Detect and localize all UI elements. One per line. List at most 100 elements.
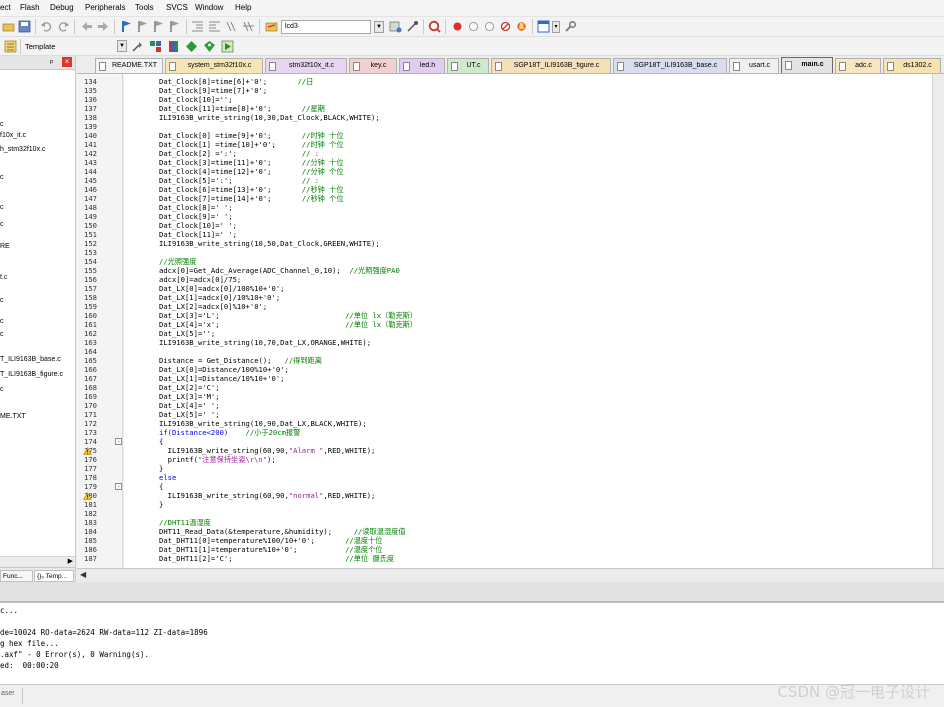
- tab-ili9163b-figure[interactable]: SGP18T_ILI9163B_figure.c: [491, 58, 611, 73]
- code-line[interactable]: Dat_Clock[11]=time[8]+'0'; //星期: [159, 104, 325, 113]
- code-line[interactable]: Dat_LX[5]='';: [159, 329, 215, 338]
- code-line[interactable]: Dat_Clock[5]=':'; // :: [159, 176, 319, 185]
- code-line[interactable]: Dat_Clock[10]=' ';: [159, 221, 237, 230]
- target-options-icon[interactable]: [265, 20, 278, 33]
- breakpoint-icon[interactable]: [451, 20, 464, 33]
- books-icon[interactable]: [167, 40, 180, 53]
- tab-key[interactable]: key.c: [349, 58, 397, 73]
- code-line[interactable]: Dat_Clock[6]=time[13]+'0'; //秒钟 十位: [159, 185, 344, 194]
- menu-tools[interactable]: Tools: [135, 3, 154, 12]
- code-line[interactable]: adcx[0]=adcx[0]/75;: [159, 275, 241, 284]
- tree-item[interactable]: c: [0, 297, 4, 304]
- tree-item[interactable]: c: [0, 174, 4, 181]
- open-file-icon[interactable]: [2, 20, 15, 33]
- scroll-left-icon[interactable]: ◀: [80, 570, 86, 579]
- code-line[interactable]: //DHT11温湿度: [159, 518, 211, 527]
- tree-item[interactable]: ME.TXT: [0, 413, 26, 420]
- tree-item[interactable]: c: [0, 331, 4, 338]
- code-line[interactable]: printf("注意保持坐姿\r\n");: [159, 455, 276, 464]
- code-line[interactable]: Dat_LX[1]=adcx[0]/10%10+'0';: [159, 293, 280, 302]
- panel-splitter[interactable]: [0, 582, 944, 602]
- code-line[interactable]: Dat_DHT11[2]='C'; //单位 摄氏度: [159, 554, 394, 563]
- redo-icon[interactable]: [57, 20, 70, 33]
- clear-breakpoints-icon[interactable]: [515, 20, 528, 33]
- menu-flash[interactable]: Flash: [20, 3, 40, 12]
- breakpoint-kill-icon[interactable]: [499, 20, 512, 33]
- target-select[interactable]: lcd3: [281, 20, 371, 34]
- code-line[interactable]: Dat_Clock[4]=time[12]+'0'; //分钟 个位: [159, 167, 344, 176]
- tree-item[interactable]: t.c: [0, 274, 7, 281]
- tab-system-stm32f10x[interactable]: system_stm32f10x.c: [165, 58, 263, 73]
- code-line[interactable]: if(Distance<200) //小于20cm报警: [159, 428, 300, 437]
- fold-toggle-icon[interactable]: -: [115, 438, 122, 445]
- tree-item[interactable]: RE: [0, 243, 10, 250]
- code-line[interactable]: Dat_LX[5]=' ';: [159, 410, 220, 419]
- tree-item[interactable]: f10x_it.c: [0, 132, 26, 139]
- code-line[interactable]: Dat_Clock[1] =time[10]+'0'; //时钟 个位: [159, 140, 344, 149]
- code-line[interactable]: ILI9163B_write_string(10,90,Dat_LX,BLACK…: [159, 419, 367, 428]
- menu-project[interactable]: ect: [0, 3, 11, 12]
- warning-icon[interactable]: [83, 491, 92, 500]
- tab-main[interactable]: main.c: [781, 57, 833, 73]
- code-line[interactable]: Dat_DHT11[0]=temperature%100/10+'0'; //温…: [159, 536, 382, 545]
- undo-icon[interactable]: [40, 20, 53, 33]
- template-dropdown-button[interactable]: ▼: [117, 40, 127, 52]
- warning-icon[interactable]: [83, 446, 92, 455]
- bookmark-clear-icon[interactable]: [168, 20, 181, 33]
- code-line[interactable]: Dat_Clock[3]=time[11]+'0'; //分钟 十位: [159, 158, 344, 167]
- editor-horizontal-scrollbar[interactable]: ◀: [77, 568, 944, 582]
- menu-help[interactable]: Help: [235, 3, 251, 12]
- tree-item[interactable]: c: [0, 221, 4, 228]
- editor-vertical-scrollbar[interactable]: [932, 74, 944, 568]
- code-line[interactable]: else: [159, 473, 176, 482]
- code-line[interactable]: Dat_Clock[8]=time[6]+'0'; //日: [159, 77, 313, 86]
- code-line[interactable]: //光照强度: [159, 257, 196, 266]
- menu-window[interactable]: Window: [195, 3, 223, 12]
- code-line[interactable]: Dat_LX[1]=Distance/10%10+'0';: [159, 374, 285, 383]
- code-line[interactable]: Dat_LX[4]=' ';: [159, 401, 220, 410]
- code-line[interactable]: {: [159, 482, 163, 491]
- tab-ili9163b-base[interactable]: SGP18T_ILI9163B_base.c: [613, 58, 727, 73]
- save-all-icon[interactable]: [18, 20, 31, 33]
- tab-templates[interactable]: {}₀ Temp...: [34, 570, 74, 582]
- bookmark-prev-icon[interactable]: [136, 20, 149, 33]
- unindent-icon[interactable]: [208, 20, 221, 33]
- tab-ds1302[interactable]: ds1302.c: [883, 58, 941, 73]
- code-line[interactable]: Dat_LX[3]='M';: [159, 392, 220, 401]
- tree-item[interactable]: T_ILI9163B_figure.c: [0, 371, 63, 378]
- code-line[interactable]: adcx[0]=Get_Adc_Average(ADC_Channel_0,10…: [159, 266, 400, 275]
- tab-readme[interactable]: README.TXT: [95, 58, 163, 73]
- tab-led-h[interactable]: led.h: [399, 58, 445, 73]
- code-line[interactable]: Dat_Clock[10]='';: [159, 95, 233, 104]
- tree-item[interactable]: c: [0, 318, 4, 325]
- rebuild-icon[interactable]: [406, 20, 419, 33]
- code-editor[interactable]: Dat_Clock[8]=time[6]+'0'; //日 Dat_Clock[9…: [124, 74, 932, 568]
- tree-item[interactable]: T_ILI9163B_base.c: [0, 356, 61, 363]
- breakpoint-disable-icon[interactable]: [467, 20, 480, 33]
- nav-forward-icon[interactable]: [97, 20, 110, 33]
- code-line[interactable]: Dat_Clock[11]=' ';: [159, 230, 237, 239]
- tab-functions[interactable]: Func...: [0, 570, 33, 582]
- bookmark-next-icon[interactable]: [152, 20, 165, 33]
- tab-ut[interactable]: UT.c: [447, 58, 489, 73]
- code-line[interactable]: Dat_LX[3]='L'; //单位 lx（勒克斯）: [159, 311, 417, 320]
- pack-installer-icon[interactable]: [185, 40, 198, 53]
- code-line[interactable]: Dat_LX[0]=adcx[0]/100%10+'0';: [159, 284, 285, 293]
- code-line[interactable]: Dat_LX[4]='x'; //单位 lx（勒克斯）: [159, 320, 417, 329]
- code-line[interactable]: Dat_Clock[9]=time[7]+'0';: [159, 86, 267, 95]
- code-line[interactable]: Dat_LX[2]=adcx[0]%10+'0';: [159, 302, 267, 311]
- menu-debug[interactable]: Debug: [50, 3, 74, 12]
- tree-item[interactable]: c: [0, 204, 4, 211]
- tab-usart[interactable]: usart.c: [729, 58, 779, 73]
- code-line[interactable]: ILI9163B_write_string(60,90,"Alarm ",RED…: [159, 446, 376, 455]
- code-line[interactable]: DHT11_Read_Data(&temperature,&humidity);…: [159, 527, 406, 536]
- code-line[interactable]: Dat_LX[2]='C';: [159, 383, 220, 392]
- menu-peripherals[interactable]: Peripherals: [85, 3, 125, 12]
- code-line[interactable]: Dat_Clock[7]=time[14]+'0'; //秒钟 个位: [159, 194, 344, 203]
- code-line[interactable]: }: [159, 464, 163, 473]
- code-line[interactable]: Dat_Clock[0] =time[9]+'0'; //时钟 十位: [159, 131, 344, 140]
- code-line[interactable]: ILI9163B_write_string(10,30,Dat_Clock,BL…: [159, 113, 380, 122]
- bookmark-icon[interactable]: [120, 20, 133, 33]
- indent-icon[interactable]: [191, 20, 204, 33]
- layout-dropdown-button[interactable]: ▾: [552, 21, 560, 33]
